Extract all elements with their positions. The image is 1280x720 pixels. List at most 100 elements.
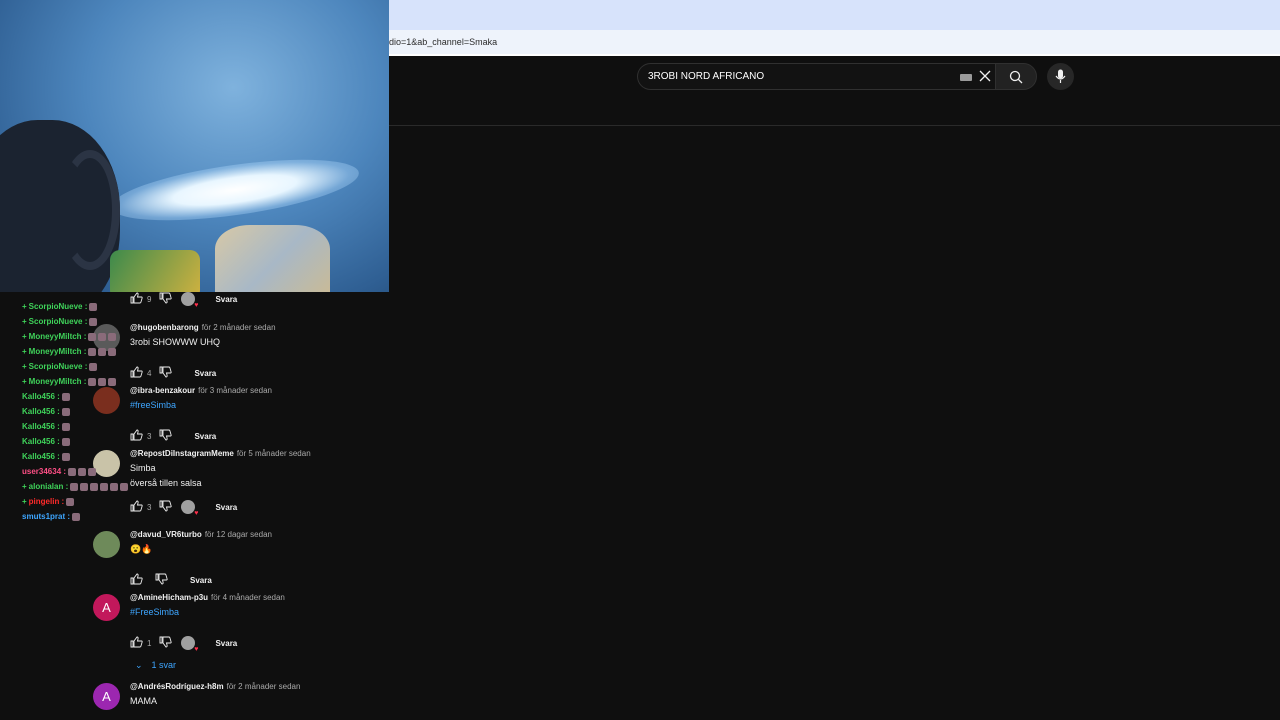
comment-author[interactable]: @davud_VR6turbo	[130, 530, 202, 539]
comment-timestamp[interactable]: för 5 månader sedan	[237, 449, 311, 458]
voice-search-button[interactable]	[1047, 63, 1074, 90]
comment-text[interactable]: #FreeSimba	[130, 607, 179, 617]
chat-username[interactable]: ScorpioNueve :	[29, 317, 88, 326]
reply-button[interactable]: Svara	[215, 503, 237, 512]
comment-author[interactable]: @hugobenbarong	[130, 323, 199, 332]
show-replies-button[interactable]: ⌄ 1 svar	[135, 660, 176, 671]
comment-actions: 1 Svara	[130, 636, 237, 653]
creator-heart-icon	[181, 636, 198, 653]
reply-button[interactable]: Svara	[194, 432, 216, 441]
chat-message: Kallo456 :	[22, 389, 132, 404]
comment-actions: 4 Svara	[130, 366, 216, 380]
chat-emote-icon	[110, 482, 119, 491]
search-icon	[1009, 70, 1023, 84]
url-text: dio=1&ab_channel=Smaka	[389, 37, 498, 47]
search-button[interactable]	[995, 63, 1037, 90]
comment-text: MAMA	[130, 696, 157, 706]
chat-emote-icon	[61, 422, 70, 431]
comment-timestamp[interactable]: för 12 dagar sedan	[205, 530, 272, 539]
chat-emote-icon	[61, 392, 70, 401]
reply-button[interactable]: Svara	[194, 369, 216, 378]
subscriber-badge-icon: +	[22, 482, 27, 491]
dislike-icon[interactable]	[159, 500, 173, 514]
chat-emote-icon	[89, 317, 98, 326]
dislike-icon[interactable]	[159, 636, 173, 650]
like-icon[interactable]	[130, 573, 143, 587]
clear-search-icon[interactable]	[977, 68, 993, 84]
subscriber-badge-icon: +	[22, 497, 27, 506]
comment-timestamp[interactable]: för 2 månader sedan	[202, 323, 276, 332]
comment-header: @AndrésRodríguez-h8m för 2 månader sedan	[130, 682, 300, 691]
subscriber-badge-icon: +	[22, 347, 27, 356]
chat-username[interactable]: user34634 :	[22, 467, 66, 476]
chat-message: Kallo456 :	[22, 434, 132, 449]
comment-text[interactable]: #freeSimba	[130, 400, 176, 410]
comment-timestamp[interactable]: för 4 månader sedan	[211, 593, 285, 602]
reply-button[interactable]: Svara	[215, 639, 237, 648]
chat-username[interactable]: MoneyyMiltch :	[29, 377, 87, 386]
chat-emote-icon	[98, 377, 107, 386]
replies-count: 1 svar	[151, 660, 177, 670]
hanging-shirt	[215, 225, 330, 292]
search-input[interactable]: 3ROBI NORD AFRICANO	[637, 63, 995, 90]
chat-emote-icon	[78, 467, 87, 476]
chat-emote-icon	[100, 482, 109, 491]
chevron-down-icon: ⌄	[135, 660, 143, 670]
cloth	[110, 250, 200, 292]
chat-emote-icon	[88, 377, 97, 386]
subscriber-badge-icon: +	[22, 377, 27, 386]
chat-username[interactable]: Kallo456 :	[22, 437, 60, 446]
chat-emote-icon	[98, 347, 107, 356]
chat-message: + pingelin :	[22, 494, 132, 509]
chat-message: smuts1prat :	[22, 509, 132, 524]
avatar[interactable]	[93, 531, 120, 558]
subscriber-badge-icon: +	[22, 362, 27, 371]
comment-text: 😮🔥	[130, 544, 153, 554]
chat-emote-icon	[90, 482, 99, 491]
chat-message: Kallo456 :	[22, 404, 132, 419]
reply-button[interactable]: Svara	[215, 295, 237, 304]
keyboard-icon[interactable]	[960, 74, 972, 81]
chat-emote-icon	[61, 437, 70, 446]
dislike-icon[interactable]	[159, 292, 173, 306]
chat-emote-icon	[88, 347, 97, 356]
chat-username[interactable]: Kallo456 :	[22, 407, 60, 416]
dislike-icon[interactable]	[159, 366, 173, 380]
comment-text: Simba	[130, 463, 156, 473]
comment-timestamp[interactable]: för 2 månader sedan	[227, 682, 301, 691]
chat-emote-icon	[70, 482, 79, 491]
chat-username[interactable]: smuts1prat :	[22, 512, 70, 521]
chat-message: user34634 :	[22, 464, 132, 479]
like-count: 4	[147, 368, 152, 378]
chat-username[interactable]: Kallo456 :	[22, 392, 60, 401]
chat-emote-icon	[72, 512, 81, 521]
reply-button[interactable]: Svara	[190, 576, 212, 585]
avatar[interactable]: A	[93, 683, 120, 710]
search-query[interactable]: 3ROBI NORD AFRICANO	[648, 71, 764, 82]
chat-emote-icon	[89, 362, 98, 371]
dislike-icon[interactable]	[159, 429, 173, 443]
comment-timestamp[interactable]: för 3 månader sedan	[198, 386, 272, 395]
chat-username[interactable]: pingelin :	[29, 497, 65, 506]
comment-author[interactable]: @AmineHicham-p3u	[130, 593, 208, 602]
chat-username[interactable]: MoneyyMiltch :	[29, 347, 87, 356]
chat-username[interactable]: alonialan :	[29, 482, 69, 491]
chat-emote-icon	[120, 482, 129, 491]
comment-author[interactable]: @AndrésRodríguez-h8m	[130, 682, 224, 691]
like-count: 3	[147, 431, 152, 441]
comment-header: @davud_VR6turbo för 12 dagar sedan	[130, 530, 272, 539]
comment-author[interactable]: @RepostDiInstagramMeme	[130, 449, 234, 458]
comment-author[interactable]: @ibra-benzakour	[130, 386, 195, 395]
subscriber-badge-icon: +	[22, 302, 27, 311]
chat-username[interactable]: ScorpioNueve :	[29, 362, 88, 371]
chat-message: + ScorpioNueve :	[22, 359, 132, 374]
like-icon[interactable]	[130, 636, 143, 650]
dislike-icon[interactable]	[155, 573, 168, 587]
chat-username[interactable]: MoneyyMiltch :	[29, 332, 87, 341]
comment-text-line2: överså tillen salsa	[130, 478, 202, 488]
chat-username[interactable]: Kallo456 :	[22, 452, 60, 461]
chat-emote-icon	[61, 407, 70, 416]
chat-username[interactable]: ScorpioNueve :	[29, 302, 88, 311]
chat-username[interactable]: Kallo456 :	[22, 422, 60, 431]
avatar[interactable]: A	[93, 594, 120, 621]
